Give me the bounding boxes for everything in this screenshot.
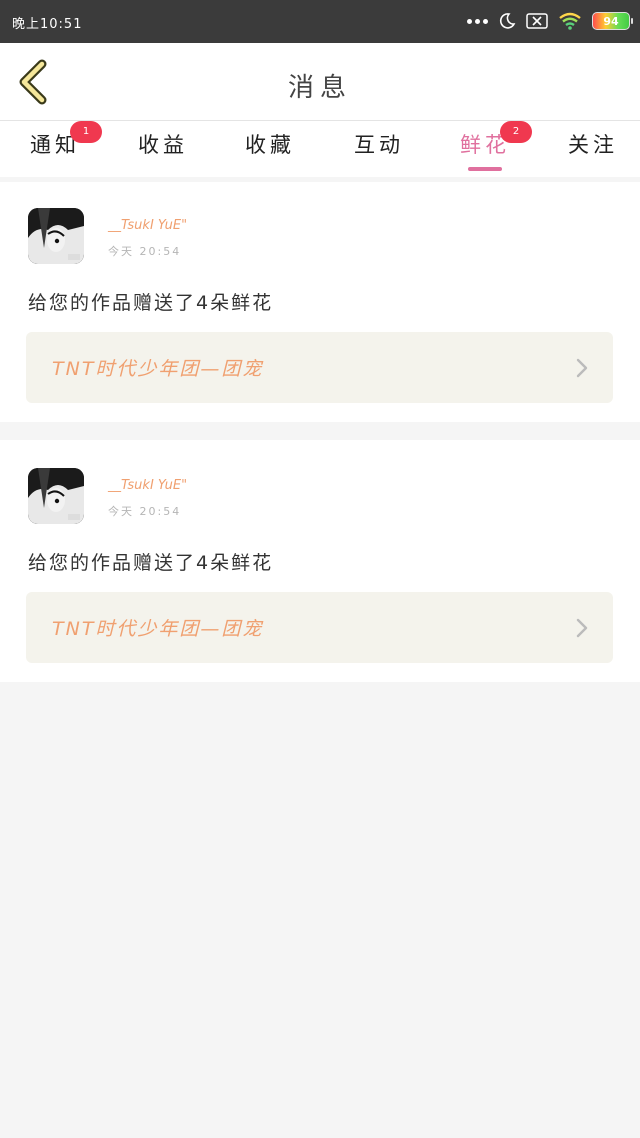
tab-favorites[interactable]: 收藏	[237, 131, 303, 177]
sender-username[interactable]: __TsukI YuE"	[108, 218, 187, 233]
work-link[interactable]: TNT时代少年团—团宠	[26, 592, 613, 663]
notification-card: __TsukI YuE" 今天 20:54 给您的作品赠送了4朵鲜花 TNT时代…	[0, 440, 640, 682]
notification-time: 今天 20:54	[108, 505, 182, 518]
avatar-image	[28, 468, 84, 524]
work-title: TNT时代少年团—团宠	[52, 618, 264, 640]
page-title: 消息	[287, 73, 352, 103]
unread-badge: 2	[500, 121, 532, 143]
notification-message: 给您的作品赠送了4朵鲜花	[28, 552, 274, 574]
no-sim-icon	[526, 13, 548, 29]
active-tab-indicator	[468, 167, 502, 171]
tab-following[interactable]: 关注	[560, 131, 626, 177]
battery-level: 94	[603, 14, 619, 28]
unread-badge: 1	[70, 121, 102, 143]
more-dots-icon	[467, 18, 488, 24]
notification-card: __TsukI YuE" 今天 20:54 给您的作品赠送了4朵鲜花 TNT时代…	[0, 182, 640, 422]
work-link[interactable]: TNT时代少年团—团宠	[26, 332, 613, 403]
avatar[interactable]	[28, 208, 84, 264]
battery-icon: 94	[592, 12, 633, 30]
notification-time: 今天 20:54	[108, 245, 182, 258]
header: 消息	[0, 43, 640, 121]
chevron-right-icon	[576, 358, 588, 378]
tab-bar: 通知 1 收益 收藏 互动 鲜花 2 关注	[0, 121, 640, 177]
moon-icon	[499, 13, 516, 29]
tab-flowers[interactable]: 鲜花 2	[452, 121, 532, 177]
tab-label: 关注	[568, 133, 618, 157]
tab-label: 收益	[138, 133, 188, 157]
tab-label: 互动	[354, 133, 404, 157]
avatar[interactable]	[28, 468, 84, 524]
work-title: TNT时代少年团—团宠	[52, 358, 264, 380]
sender-username[interactable]: __TsukI YuE"	[108, 478, 187, 493]
tab-label: 收藏	[245, 133, 295, 157]
status-time: 晚上10:51	[12, 17, 83, 32]
chevron-right-icon	[576, 618, 588, 638]
wifi-icon	[559, 12, 581, 30]
status-icons: 94	[467, 9, 633, 33]
status-bar: 晚上10:51 94	[0, 0, 640, 43]
notification-message: 给您的作品赠送了4朵鲜花	[28, 292, 274, 314]
tab-earnings[interactable]: 收益	[130, 131, 196, 177]
tab-interactions[interactable]: 互动	[346, 131, 412, 177]
avatar-image	[28, 208, 84, 264]
tab-notifications[interactable]: 通知 1	[22, 121, 102, 177]
